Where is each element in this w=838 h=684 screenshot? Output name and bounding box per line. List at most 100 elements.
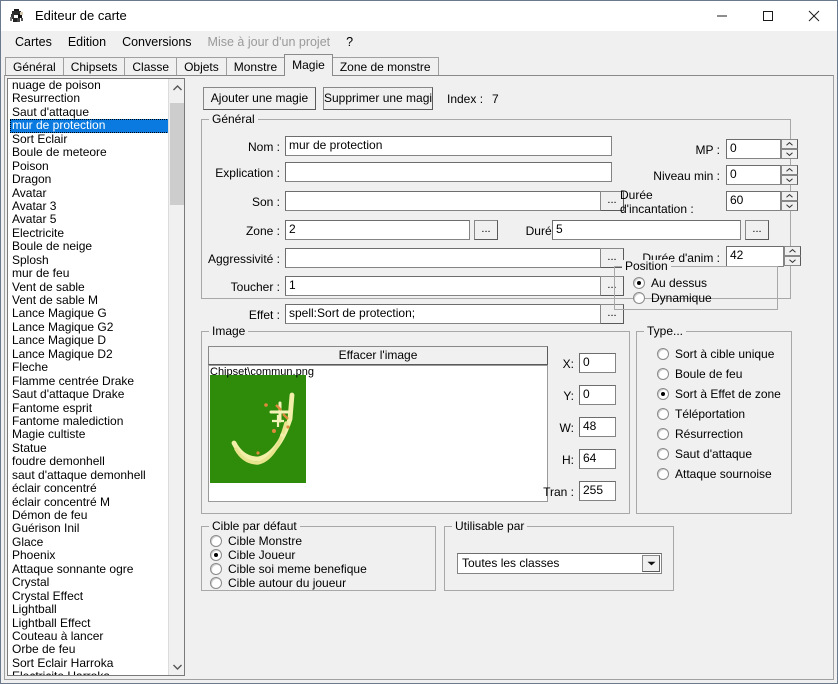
duree-incantation-spin-down[interactable] <box>781 201 798 211</box>
duree-incantation-spin-up[interactable] <box>781 191 798 201</box>
list-item[interactable]: Resurrection <box>10 92 169 105</box>
mp-input[interactable]: 0 <box>726 139 781 159</box>
scroll-up-icon[interactable] <box>169 79 185 96</box>
list-item[interactable]: Saut d'attaque Drake <box>10 388 169 401</box>
nom-input[interactable]: mur de protection <box>285 136 612 156</box>
list-item[interactable]: Couteau à lancer <box>10 630 169 643</box>
h-input[interactable]: 64 <box>579 449 616 469</box>
list-item[interactable]: Lightball Effect <box>10 617 169 630</box>
clear-image-button[interactable]: Effacer l'image <box>208 346 548 365</box>
scrollbar-thumb[interactable] <box>170 103 184 205</box>
list-item[interactable]: Dragon <box>10 173 169 186</box>
list-item[interactable]: Statue <box>10 442 169 455</box>
explication-input[interactable] <box>285 162 612 182</box>
list-item[interactable]: Lance Magique D <box>10 334 169 347</box>
delete-spell-button[interactable]: Supprimer une magie <box>323 87 433 110</box>
list-item[interactable]: Avatar 3 <box>10 200 169 213</box>
list-item[interactable]: Flamme centrée Drake <box>10 375 169 388</box>
list-item[interactable]: Lance Magique G2 <box>10 321 169 334</box>
radio-type-attaque-sournoise[interactable]: Attaque sournoise <box>657 467 772 481</box>
list-item[interactable]: Fantome esprit <box>10 402 169 415</box>
spell-list-scrollbar[interactable] <box>168 79 184 675</box>
y-input[interactable]: 0 <box>579 385 616 405</box>
radio-cible-autour-du-joueur[interactable]: Cible autour du joueur <box>210 576 346 590</box>
list-item[interactable]: Electricite Harroka <box>10 670 169 676</box>
niveau-min-input[interactable]: 0 <box>726 165 781 185</box>
list-item[interactable]: Lance Magique D2 <box>10 348 169 361</box>
list-item[interactable]: mur de protection <box>10 119 171 132</box>
radio-position-dynamique[interactable]: Dynamique <box>633 291 712 305</box>
image-preview-frame[interactable]: Chipset\commun.png <box>208 365 548 502</box>
list-item[interactable]: foudre demonhell <box>10 455 169 468</box>
w-input[interactable]: 48 <box>579 417 616 437</box>
list-item[interactable]: éclair concentré <box>10 482 169 495</box>
mp-spin-down[interactable] <box>781 149 798 159</box>
son-input[interactable] <box>285 191 607 211</box>
list-item[interactable]: Sort Eclair <box>10 133 169 146</box>
list-item[interactable]: Fantome malediction <box>10 415 169 428</box>
duree-anim-spin-down[interactable] <box>784 256 801 266</box>
duree-anim-input[interactable]: 42 <box>726 246 784 267</box>
list-item[interactable]: Phoenix <box>10 549 169 562</box>
list-item[interactable]: Magie cultiste <box>10 428 169 441</box>
list-item[interactable]: Lightball <box>10 603 169 616</box>
list-item[interactable]: Guérison Inil <box>10 522 169 535</box>
list-item[interactable]: Vent de sable M <box>10 294 169 307</box>
list-item[interactable]: Crystal <box>10 576 169 589</box>
tab-chipsets[interactable]: Chipsets <box>63 57 126 76</box>
list-item[interactable]: Crystal Effect <box>10 590 169 603</box>
zone-browse-button[interactable]: ... <box>474 220 498 240</box>
menu-conversions[interactable]: Conversions <box>114 33 199 51</box>
add-spell-button[interactable]: Ajouter une magie <box>203 87 316 110</box>
x-input[interactable]: 0 <box>579 353 616 373</box>
scroll-down-icon[interactable] <box>169 658 185 675</box>
menu-edition[interactable]: Edition <box>60 33 114 51</box>
duree-incantation-input[interactable]: 60 <box>726 191 781 211</box>
minimize-button[interactable] <box>699 1 745 31</box>
tab-objets[interactable]: Objets <box>176 57 227 76</box>
spell-listbox[interactable]: nuage de poisonResurrectionSaut d'attaqu… <box>7 78 185 676</box>
classe-select[interactable]: Toutes les classes <box>457 553 662 574</box>
list-item[interactable]: Vent de sable <box>10 281 169 294</box>
list-item[interactable]: Boule de meteore <box>10 146 169 159</box>
list-item[interactable]: mur de feu <box>10 267 169 280</box>
list-item[interactable]: Démon de feu <box>10 509 169 522</box>
radio-position-au-dessus[interactable]: Au dessus <box>633 276 707 290</box>
niveau-min-spinner[interactable] <box>781 165 798 185</box>
radio-cible-monstre[interactable]: Cible Monstre <box>210 534 302 548</box>
tab-classe[interactable]: Classe <box>124 57 177 76</box>
niveau-min-spin-down[interactable] <box>781 175 798 185</box>
list-item[interactable]: Fleche <box>10 361 169 374</box>
mp-spin-up[interactable] <box>781 139 798 149</box>
duree-browse-button[interactable]: ... <box>745 220 769 240</box>
radio-cible-joueur[interactable]: Cible Joueur <box>210 548 295 562</box>
radio-type-teleportation[interactable]: Téléportation <box>657 407 745 421</box>
list-item[interactable]: Orbe de feu <box>10 643 169 656</box>
toucher-input[interactable]: 1 <box>285 276 607 296</box>
aggressivite-input[interactable] <box>285 248 607 268</box>
list-item[interactable]: Lance Magique G <box>10 307 169 320</box>
close-button[interactable] <box>791 1 837 31</box>
list-item[interactable]: Boule de neige <box>10 240 169 253</box>
radio-type-sort-effet-de-zone[interactable]: Sort à Effet de zone <box>657 387 781 401</box>
menu-cartes[interactable]: Cartes <box>7 33 60 51</box>
list-item[interactable]: Poison <box>10 160 169 173</box>
list-item[interactable]: Avatar <box>10 187 169 200</box>
list-item[interactable]: éclair concentré M <box>10 496 169 509</box>
duree-incantation-spinner[interactable] <box>781 191 798 211</box>
list-item[interactable]: nuage de poison <box>10 79 169 92</box>
chevron-down-icon[interactable] <box>642 555 660 572</box>
tab-general[interactable]: Général <box>5 57 64 76</box>
mp-spinner[interactable] <box>781 139 798 159</box>
duree-input[interactable]: 5 <box>552 220 741 240</box>
list-item[interactable]: Electricite <box>10 227 169 240</box>
tab-magie[interactable]: Magie <box>284 54 333 76</box>
maximize-button[interactable] <box>745 1 791 31</box>
radio-type-resurrection[interactable]: Résurrection <box>657 427 743 441</box>
list-item[interactable]: Splosh <box>10 254 169 267</box>
menu-help[interactable]: ? <box>338 33 361 51</box>
list-item[interactable]: Saut d'attaque <box>10 106 169 119</box>
radio-type-saut-dattaque[interactable]: Saut d'attaque <box>657 447 752 461</box>
tab-monstre[interactable]: Monstre <box>226 57 285 76</box>
list-item[interactable]: Glace <box>10 536 169 549</box>
